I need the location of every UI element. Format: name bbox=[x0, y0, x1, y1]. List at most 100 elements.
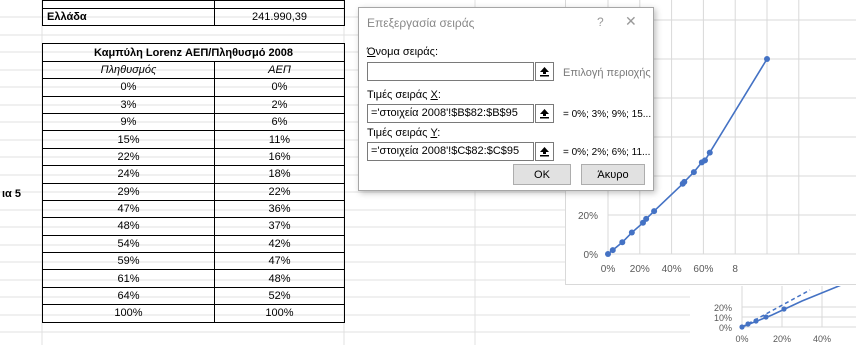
y-values-preview: = 0%; 2%; 6%; 11... bbox=[563, 147, 651, 158]
equality-line bbox=[741, 289, 811, 328]
collapse-dialog-icon bbox=[540, 67, 549, 77]
cell[interactable] bbox=[214, 0, 345, 9]
data-point bbox=[605, 251, 611, 257]
x-tick-label: 20% bbox=[630, 264, 650, 275]
table-row: Ελλάδα 241.990,39 bbox=[42, 7, 345, 27]
x-values-preview: = 0%; 3%; 9%; 15... bbox=[563, 109, 652, 120]
y-tick-label: 10% bbox=[714, 313, 732, 323]
range-select-hint: Επιλογή περιοχής bbox=[563, 67, 651, 79]
range-select-button[interactable] bbox=[535, 62, 554, 81]
data-point bbox=[681, 178, 688, 185]
population-cell[interactable]: 61% bbox=[42, 269, 215, 288]
population-cell[interactable]: 59% bbox=[42, 252, 215, 271]
population-cell[interactable]: 100% bbox=[42, 304, 215, 323]
data-point bbox=[701, 157, 708, 164]
table-row: 61% 48% bbox=[42, 269, 345, 288]
population-cell[interactable]: 47% bbox=[42, 199, 215, 219]
gdp-cell[interactable]: 6% bbox=[214, 112, 345, 132]
gdp-cell[interactable]: 47% bbox=[214, 252, 345, 271]
x-tick-label: 0% bbox=[601, 264, 616, 275]
greece-label-cell[interactable]: Ελλάδα bbox=[42, 7, 215, 27]
gdp-cell[interactable]: 18% bbox=[214, 165, 345, 184]
x-tick-label: 40% bbox=[813, 334, 831, 344]
cell[interactable] bbox=[215, 26, 345, 44]
data-point bbox=[619, 239, 626, 246]
table-row: 47% 36% bbox=[42, 199, 345, 219]
x-tick-label: 40% bbox=[662, 264, 682, 275]
gdp-cell[interactable]: 48% bbox=[214, 269, 345, 288]
dialog-title: Επεξεργασία σειράς bbox=[367, 16, 475, 30]
y-tick-label: 0% bbox=[719, 323, 732, 333]
x-tick-label: 8 bbox=[732, 264, 738, 275]
cell[interactable] bbox=[42, 0, 215, 9]
x-tick-label: 20% bbox=[773, 334, 791, 344]
population-cell[interactable]: 15% bbox=[42, 130, 215, 149]
x-tick-label: 60% bbox=[693, 264, 713, 275]
gdp-cell[interactable]: 36% bbox=[214, 199, 345, 219]
population-cell[interactable]: 64% bbox=[42, 286, 215, 306]
population-cell[interactable]: 24% bbox=[42, 165, 215, 184]
population-cell[interactable]: 54% bbox=[42, 234, 215, 254]
table-row: 15% 11% bbox=[42, 130, 345, 149]
data-point bbox=[706, 149, 713, 156]
y-tick-label: 0% bbox=[584, 250, 599, 261]
table-row bbox=[42, 0, 345, 9]
lorenz-data-table: Ελλάδα 241.990,39 Καμπύλη Lorenz ΑΕΠ/Πλη… bbox=[42, 0, 345, 323]
population-cell[interactable]: 9% bbox=[42, 112, 215, 132]
table-row: 48% 37% bbox=[42, 217, 345, 236]
table-header-row: Πληθυσμός ΑΕΠ bbox=[42, 60, 345, 80]
x-range-select-button[interactable] bbox=[535, 104, 554, 123]
table-row: 59% 47% bbox=[42, 252, 345, 271]
y-range-select-button[interactable] bbox=[535, 142, 554, 161]
gdp-cell[interactable]: 22% bbox=[214, 182, 345, 201]
close-button[interactable]: ✕ bbox=[625, 13, 637, 30]
ok-button[interactable]: OK bbox=[513, 164, 571, 185]
population-cell[interactable]: 0% bbox=[42, 78, 215, 97]
table-row: 9% 6% bbox=[42, 112, 345, 132]
help-button[interactable]: ? bbox=[597, 15, 604, 29]
series-name-label: Όνομα σειράς: bbox=[367, 46, 439, 58]
gdp-cell[interactable]: 11% bbox=[214, 130, 345, 149]
data-point bbox=[739, 324, 745, 330]
data-point bbox=[643, 215, 650, 222]
edit-series-dialog: Επεξεργασία σειράς ? ✕ Όνομα σειράς: Επι… bbox=[358, 7, 654, 191]
gdp-cell[interactable]: 37% bbox=[214, 217, 345, 236]
gdp-cell[interactable]: 16% bbox=[214, 147, 345, 167]
series-name-input[interactable] bbox=[367, 62, 534, 81]
cancel-button[interactable]: Άκυρο bbox=[581, 164, 645, 185]
second-chart[interactable]: 20% 10% 0% 0% 20% 40% bbox=[690, 278, 856, 345]
table-title[interactable]: Καμπύλη Lorenz ΑΕΠ/Πληθυσμό 2008 bbox=[42, 43, 345, 62]
gdp-cell[interactable]: 2% bbox=[214, 95, 345, 114]
data-point bbox=[764, 56, 770, 62]
series-x-label: Τιμές σειράς X: bbox=[367, 89, 441, 101]
gdp-cell[interactable]: 100% bbox=[214, 304, 345, 323]
data-point bbox=[609, 247, 616, 254]
table-row: 29% 22% bbox=[42, 182, 345, 201]
column-header-gdp[interactable]: ΑΕΠ bbox=[214, 60, 345, 80]
gdp-cell[interactable]: 0% bbox=[214, 78, 345, 97]
series-y-label: Τιμές σειράς Y: bbox=[367, 127, 441, 139]
column-header-population[interactable]: Πληθυσμός bbox=[42, 60, 215, 80]
population-cell[interactable]: 22% bbox=[42, 147, 215, 167]
collapse-dialog-icon bbox=[540, 147, 549, 157]
data-point bbox=[690, 169, 697, 176]
table-row: 24% 18% bbox=[42, 165, 345, 184]
cell[interactable] bbox=[43, 26, 215, 44]
series-y-input[interactable]: ='στοιχεία 2008'!$C$82:$C$95 bbox=[367, 142, 534, 161]
table-row: 0% 0% bbox=[42, 78, 345, 97]
data-point bbox=[745, 321, 751, 327]
data-point bbox=[628, 229, 635, 236]
series-x-input[interactable]: ='στοιχεία 2008'!$B$82:$B$95 bbox=[367, 104, 534, 123]
population-cell[interactable]: 48% bbox=[42, 217, 215, 236]
greece-value-cell[interactable]: 241.990,39 bbox=[214, 7, 345, 27]
second-chart-plot: 20%10%0%0% 20% 40% bbox=[714, 278, 856, 344]
population-cell[interactable]: 3% bbox=[42, 95, 215, 114]
y-tick-label: 20% bbox=[714, 303, 732, 313]
table-row: 54% 42% bbox=[42, 234, 345, 254]
gdp-cell[interactable]: 42% bbox=[214, 234, 345, 254]
table-gap bbox=[43, 26, 345, 44]
side-row-label: ια 5 bbox=[2, 188, 21, 200]
population-cell[interactable]: 29% bbox=[42, 182, 215, 201]
y-tick-label: 20% bbox=[578, 211, 598, 222]
gdp-cell[interactable]: 52% bbox=[214, 286, 345, 306]
